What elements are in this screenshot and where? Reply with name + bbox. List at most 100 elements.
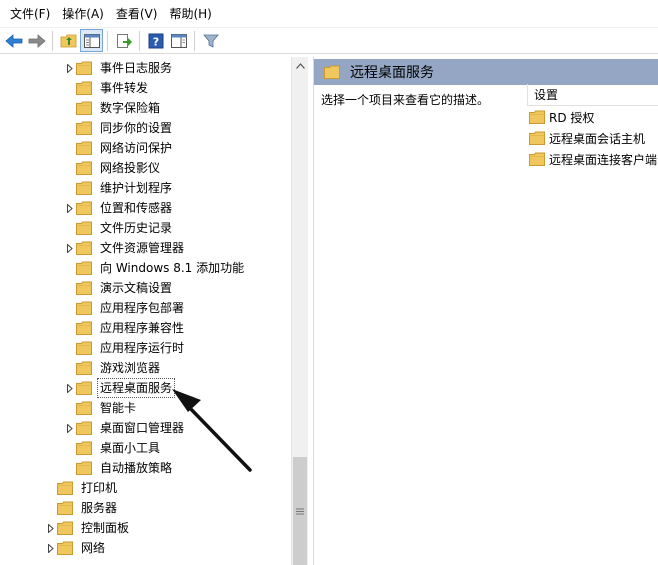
- tree-item[interactable]: 同步你的设置: [64, 118, 174, 138]
- tree-scrollbar[interactable]: [291, 57, 308, 565]
- tree-item[interactable]: 远程桌面服务: [64, 378, 176, 398]
- tree-item-label: 文件资源管理器: [100, 241, 185, 255]
- settings-column-header[interactable]: 设置: [527, 84, 658, 106]
- scroll-up-button[interactable]: [292, 57, 308, 74]
- properties-button[interactable]: [167, 29, 190, 52]
- up-one-level-button[interactable]: [57, 29, 80, 52]
- folder-icon: [76, 201, 92, 215]
- settings-list-item[interactable]: RD 授权: [529, 107, 594, 127]
- expand-arrow-icon[interactable]: [64, 238, 76, 258]
- tree-item-label: 远程桌面服务: [96, 378, 176, 398]
- tree-item[interactable]: 应用程序运行时: [64, 338, 186, 358]
- tree-item[interactable]: 文件历史记录: [64, 218, 174, 238]
- tree-item[interactable]: 维护计划程序: [64, 178, 174, 198]
- tree-item[interactable]: 应用程序包部署: [64, 298, 186, 318]
- toolbar-separator: [194, 30, 195, 51]
- folder-icon: [76, 241, 92, 255]
- show-hide-tree-button[interactable]: [80, 29, 103, 52]
- chevron-up-icon: [295, 62, 305, 69]
- tree-item-label: 自动播放策略: [100, 461, 173, 475]
- details-header: 远程桌面服务: [314, 59, 658, 85]
- tree-item-label: 桌面小工具: [100, 441, 161, 455]
- settings-list-item[interactable]: 远程桌面会话主机: [529, 128, 645, 148]
- folder-icon: [76, 381, 92, 395]
- filter-button[interactable]: [199, 29, 222, 52]
- tree-item-label: 网络投影仪: [100, 161, 161, 175]
- folder-icon: [529, 110, 545, 124]
- forward-icon: [28, 33, 46, 48]
- menu-bar: 文件(F) 操作(A) 查看(V) 帮助(H): [0, 0, 658, 27]
- tree-item[interactable]: 位置和传感器: [64, 198, 174, 218]
- tree-item[interactable]: 网络访问保护: [64, 138, 174, 158]
- grip-icon: [296, 508, 304, 514]
- tree-item[interactable]: 打印机: [45, 478, 119, 498]
- scroll-thumb[interactable]: [293, 457, 307, 565]
- tree-item[interactable]: 事件日志服务: [64, 58, 174, 78]
- tree-item[interactable]: 文件资源管理器: [64, 238, 186, 258]
- menu-view[interactable]: 查看(V): [110, 4, 164, 24]
- tree-item[interactable]: 向 Windows 8.1 添加功能: [64, 258, 246, 278]
- tree-item-label: 事件日志服务: [100, 61, 173, 75]
- up-folder-icon: [60, 34, 76, 47]
- tree-item-label: 维护计划程序: [100, 181, 173, 195]
- tree-item[interactable]: 服务器: [45, 498, 119, 518]
- tree-item[interactable]: 智能卡: [64, 398, 138, 418]
- details-title: 远程桌面服务: [350, 65, 434, 81]
- tree-item[interactable]: 数字保险箱: [64, 98, 162, 118]
- settings-item-label: 远程桌面连接客户端: [549, 152, 658, 167]
- tree-item[interactable]: 事件转发: [64, 78, 150, 98]
- tree-item[interactable]: 应用程序兼容性: [64, 318, 186, 338]
- tree-item[interactable]: 网络投影仪: [64, 158, 162, 178]
- folder-icon: [76, 361, 92, 375]
- toolbar: ?: [0, 27, 658, 54]
- tree-item[interactable]: 桌面小工具: [64, 438, 162, 458]
- expand-arrow-icon[interactable]: [64, 418, 76, 438]
- folder-icon: [529, 152, 545, 166]
- folder-icon: [76, 281, 92, 295]
- tree-item-label: 桌面窗口管理器: [100, 421, 185, 435]
- menu-help[interactable]: 帮助(H): [163, 4, 217, 24]
- tree-item[interactable]: 演示文稿设置: [64, 278, 174, 298]
- folder-icon: [76, 121, 92, 135]
- show-hide-tree-icon: [83, 33, 100, 48]
- folder-icon: [76, 61, 92, 75]
- properties-icon: [170, 33, 187, 48]
- tree-item[interactable]: 控制面板: [45, 518, 131, 538]
- expand-arrow-icon[interactable]: [64, 198, 76, 218]
- expand-arrow-icon[interactable]: [64, 378, 76, 398]
- expand-arrow-icon[interactable]: [64, 58, 76, 78]
- tree-item[interactable]: 桌面窗口管理器: [64, 418, 186, 438]
- menu-file[interactable]: 文件(F): [4, 4, 56, 24]
- forward-button[interactable]: [25, 29, 48, 52]
- folder-icon: [76, 261, 92, 275]
- folder-icon: [76, 81, 92, 95]
- expand-arrow-icon[interactable]: [45, 518, 57, 538]
- tree-item[interactable]: 游戏浏览器: [64, 358, 162, 378]
- tree-item-label: 事件转发: [100, 81, 149, 95]
- expand-arrow-icon[interactable]: [45, 538, 57, 558]
- folder-icon: [76, 221, 92, 235]
- export-list-button[interactable]: [112, 29, 135, 52]
- tree-item[interactable]: 自动播放策略: [64, 458, 174, 478]
- back-button[interactable]: [2, 29, 25, 52]
- settings-item-label: RD 授权: [549, 110, 595, 125]
- folder-icon: [76, 141, 92, 155]
- folder-icon: [76, 461, 92, 475]
- tree-item[interactable]: 网络: [45, 538, 107, 558]
- help-button[interactable]: ?: [144, 29, 167, 52]
- folder-icon: [57, 521, 73, 535]
- tree-item-label: 演示文稿设置: [100, 281, 173, 295]
- menu-action[interactable]: 操作(A): [56, 4, 110, 24]
- settings-list-item[interactable]: 远程桌面连接客户端: [529, 149, 657, 169]
- folder-icon: [57, 501, 73, 515]
- filter-icon: [202, 34, 219, 48]
- tree-item-label: 网络访问保护: [100, 141, 173, 155]
